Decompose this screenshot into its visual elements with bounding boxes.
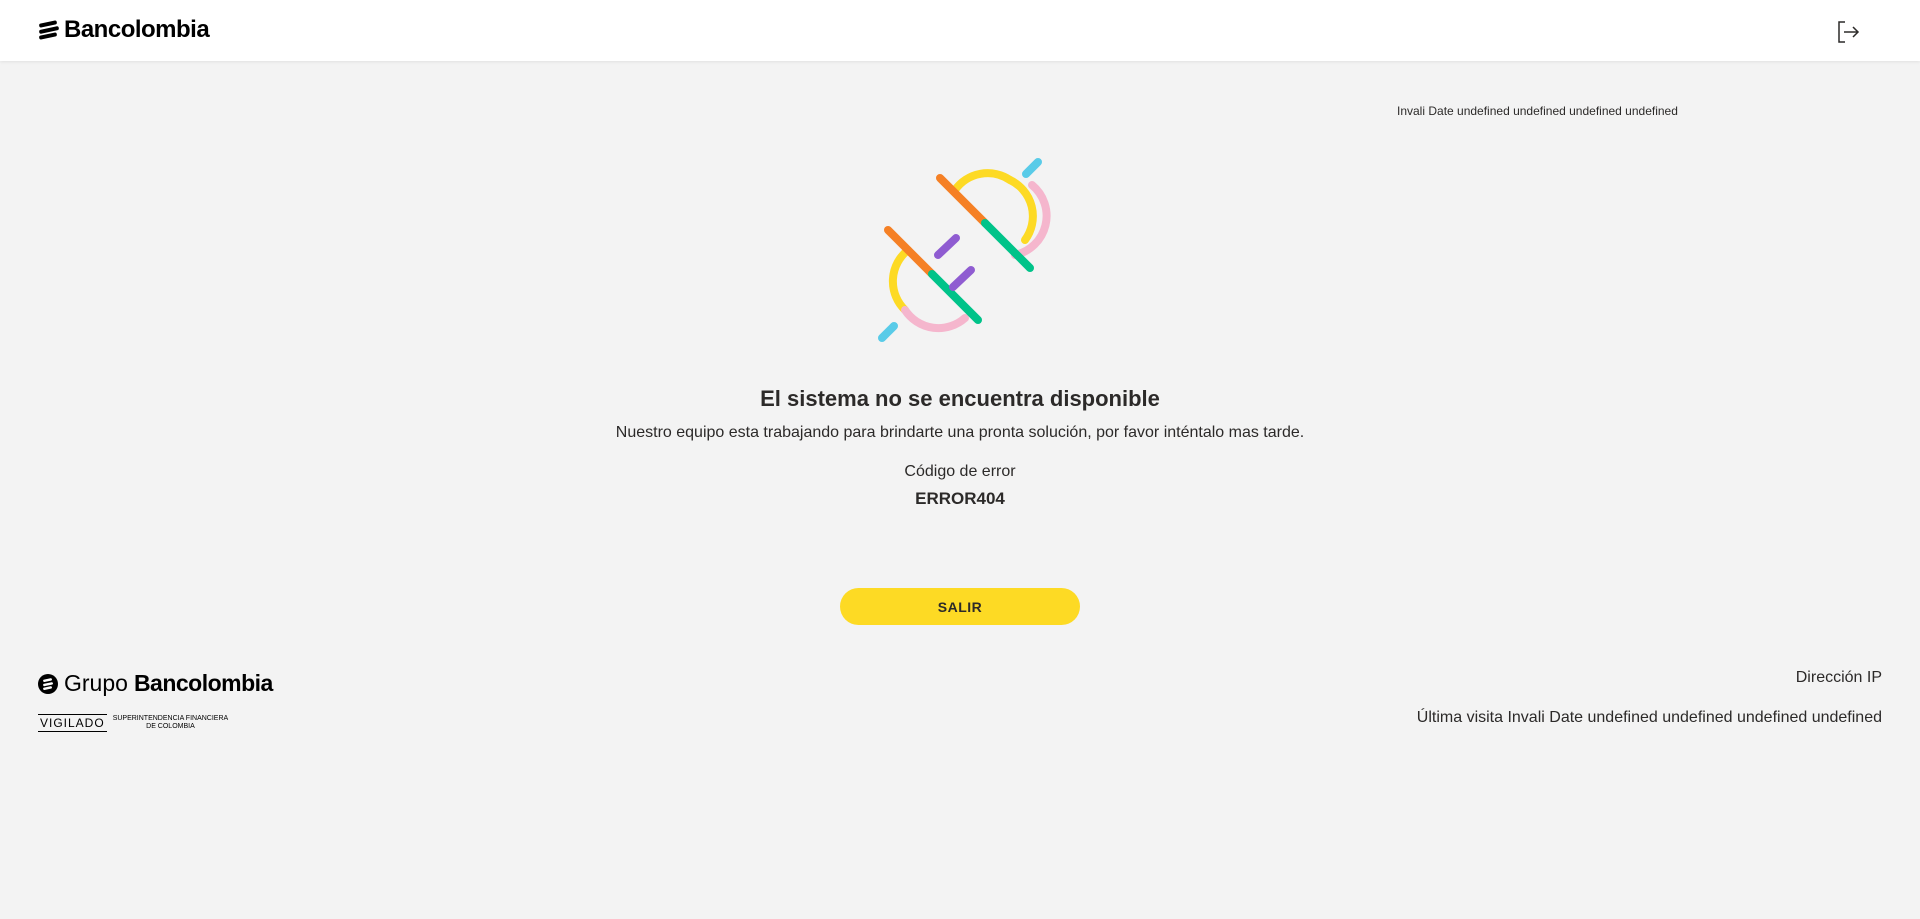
bancolombia-logo-icon xyxy=(39,20,59,40)
logout-button[interactable] xyxy=(1833,17,1863,47)
ip-address-label: Dirección IP xyxy=(1795,669,1882,686)
top-date-text: Invali Date undefined undefined undefine… xyxy=(1397,104,1678,118)
footer-group-name: Bancolombia xyxy=(133,670,273,696)
superintendencia-line1: SUPERINTENDENCIA FINANCIERA xyxy=(112,715,229,722)
superintendencia-text: SUPERINTENDENCIA FINANCIERA DE COLOMBIA xyxy=(113,715,229,731)
brand-logo[interactable]: Bancolombia xyxy=(38,16,210,44)
error-code-value: ERROR404 xyxy=(915,489,1005,508)
vigilado-label: VIGILADO xyxy=(38,714,107,732)
brand-name: Bancolombia xyxy=(64,16,210,43)
superintendencia-line2: DE COLOMBIA xyxy=(146,723,195,730)
error-code-label: Código de error xyxy=(904,463,1016,480)
error-subtitle: Nuestro equipo esta trabajando para brin… xyxy=(615,424,1305,441)
error-title: El sistema no se encuentra disponible xyxy=(760,386,1160,411)
unplugged-connector-icon xyxy=(878,158,1051,342)
grupo-bancolombia-logo: Grupo Bancolombia xyxy=(38,670,273,697)
exit-button[interactable]: SALIR xyxy=(840,588,1080,625)
logout-icon xyxy=(1838,21,1860,43)
vigilado-seal: VIGILADO SUPERINTENDENCIA FINANCIERA DE … xyxy=(38,714,228,732)
bancolombia-circle-logo-icon xyxy=(38,673,58,694)
top-header: Bancolombia xyxy=(0,0,1920,61)
footer-group-prefix: Grupo xyxy=(64,670,128,696)
last-visit-text: Última visita Invali Date undefined unde… xyxy=(1416,709,1882,726)
